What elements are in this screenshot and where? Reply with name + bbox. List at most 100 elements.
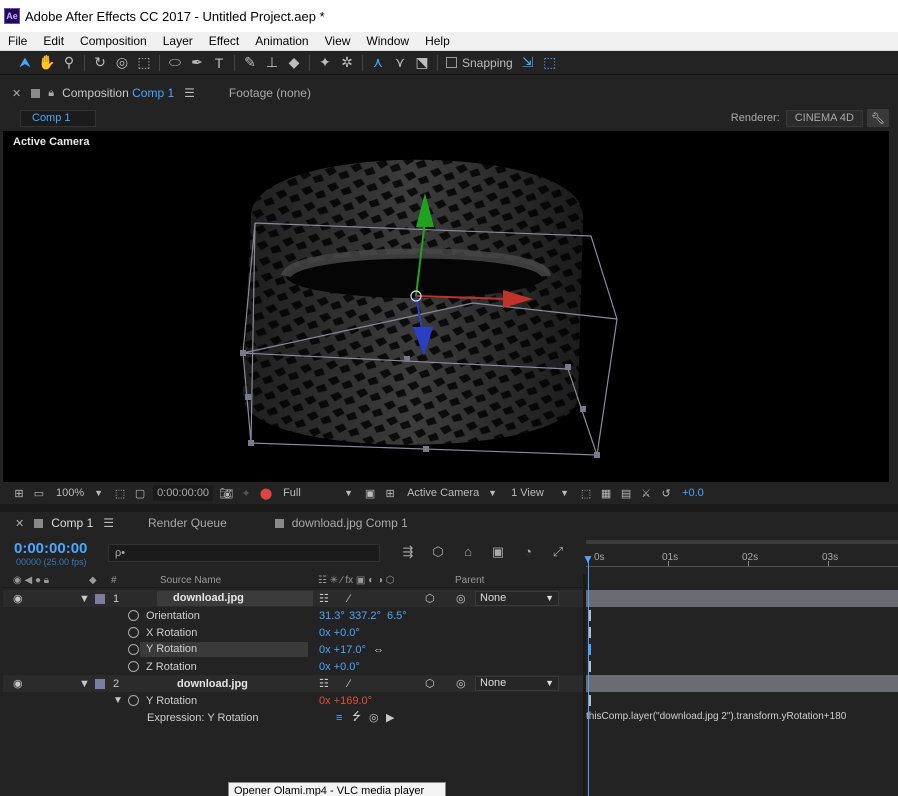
rotate-tool-icon[interactable]: ↻: [89, 53, 111, 73]
draft-3d-icon[interactable]: ⬡: [423, 544, 453, 560]
quality-switch-icon[interactable]: ∕: [348, 593, 350, 605]
3d-layer-switch-icon[interactable]: ⬡: [425, 592, 435, 605]
menu-help[interactable]: Help: [417, 34, 458, 48]
keyframe-marker[interactable]: [589, 627, 591, 638]
keyframe-marker[interactable]: [589, 644, 591, 655]
stopwatch-icon[interactable]: [128, 627, 139, 638]
keyframe-marker[interactable]: [589, 661, 591, 672]
tire-3d-layer[interactable]: [3, 131, 889, 482]
parent-dropdown[interactable]: None ▼: [475, 591, 559, 606]
reset-exposure-icon[interactable]: ↺: [656, 487, 676, 500]
panel-menu-icon[interactable]: ☰: [103, 516, 114, 530]
close-icon[interactable]: ✕: [12, 87, 21, 100]
local-axis-icon[interactable]: ⋏: [367, 53, 389, 73]
collapse-switch-icon[interactable]: ☷: [319, 677, 329, 690]
timeline-timecode[interactable]: 0:00:00:00: [14, 540, 87, 557]
show-snapshot-icon[interactable]: ✦: [236, 487, 256, 500]
time-ruler[interactable]: 0s 01s 02s 03s: [586, 542, 898, 570]
layer-name[interactable]: download.jpg: [157, 591, 313, 606]
shy-layers-icon[interactable]: ⌂: [453, 544, 483, 560]
orbit-camera-icon[interactable]: ◎: [111, 53, 133, 73]
timeline-icon[interactable]: ▦: [596, 487, 616, 500]
channel-icon[interactable]: ⬤: [256, 487, 276, 500]
parent-dropdown[interactable]: None ▼: [475, 676, 559, 691]
transparency-grid-icon[interactable]: ⊞: [380, 487, 400, 500]
snap-extents-icon[interactable]: ⬚: [539, 53, 561, 73]
flowchart-icon[interactable]: ⚔: [636, 487, 656, 500]
source-name-column-header[interactable]: Source Name: [160, 575, 221, 586]
current-time-field[interactable]: 0:00:00:00: [153, 485, 214, 501]
pen-tool-icon[interactable]: ✒: [186, 53, 208, 73]
visibility-eye-icon[interactable]: ◉: [13, 592, 23, 605]
3d-layer-switch-icon[interactable]: ⬡: [425, 677, 435, 690]
expression-enable-icon[interactable]: ≡: [336, 712, 342, 724]
resolution-dropdown[interactable]: Full ▼: [279, 485, 357, 501]
menu-file[interactable]: File: [0, 34, 35, 48]
graph-editor-icon[interactable]: ⤢: [543, 544, 573, 560]
snapshot-icon[interactable]: 📷︎: [216, 487, 236, 500]
close-icon[interactable]: ✕: [15, 517, 24, 530]
motion-blur-icon[interactable]: ◔: [513, 544, 543, 560]
expand-triangle-icon[interactable]: ▼: [113, 695, 123, 706]
puppet-pin-icon[interactable]: ✲: [336, 53, 358, 73]
fast-previews-icon[interactable]: ▣: [360, 487, 380, 500]
property-value[interactable]: 0x +169.0°: [319, 695, 372, 707]
tab-render-queue[interactable]: Render Queue: [148, 516, 227, 530]
stopwatch-icon[interactable]: [128, 695, 139, 706]
expression-editor[interactable]: thisComp.layer("download.jpg 2").transfo…: [586, 711, 846, 722]
layer-duration-bar[interactable]: [586, 590, 898, 607]
menu-view[interactable]: View: [317, 34, 359, 48]
quality-switch-icon[interactable]: ∕: [348, 678, 350, 690]
label-color-swatch[interactable]: [95, 593, 105, 604]
brush-tool-icon[interactable]: ✎: [239, 53, 261, 73]
tab-composition[interactable]: Composition Comp 1: [62, 86, 174, 100]
ellipse-tool-icon[interactable]: ⬭: [164, 53, 186, 73]
property-value[interactable]: 0x +17.0°: [319, 644, 366, 656]
pan-behind-icon[interactable]: ⬚: [133, 53, 155, 73]
tab-download-comp[interactable]: download.jpg Comp 1: [292, 516, 408, 530]
monitor-icon[interactable]: ▭: [29, 487, 49, 500]
hand-tool-icon[interactable]: ✋: [36, 53, 58, 73]
menu-window[interactable]: Window: [358, 34, 417, 48]
menu-edit[interactable]: Edit: [35, 34, 72, 48]
tab-footage[interactable]: Footage (none): [229, 86, 311, 100]
zoom-tool-icon[interactable]: ⚲: [58, 53, 80, 73]
view-axis-icon[interactable]: ⬔: [411, 53, 433, 73]
camera-dropdown[interactable]: Active Camera ▼: [403, 485, 501, 501]
visibility-eye-icon[interactable]: ◉: [13, 677, 23, 690]
selection-tool-icon[interactable]: ⮝: [14, 53, 36, 73]
property-value[interactable]: 0x +0.0°: [319, 627, 360, 639]
fit-icon[interactable]: ⬚: [110, 487, 130, 500]
snapping-checkbox[interactable]: [446, 57, 457, 68]
keyframe-marker[interactable]: [589, 610, 591, 621]
menu-effect[interactable]: Effect: [201, 34, 247, 48]
lock-icon[interactable]: 🔒︎: [48, 87, 54, 100]
expression-language-icon[interactable]: ▶: [386, 711, 394, 724]
stopwatch-icon[interactable]: [128, 644, 139, 655]
label-color-swatch[interactable]: [95, 678, 105, 689]
property-value[interactable]: 0x +0.0°: [319, 661, 360, 673]
renderer-button[interactable]: CINEMA 4D: [785, 109, 863, 127]
expression-graph-icon[interactable]: ⭍: [352, 708, 361, 727]
menu-layer[interactable]: Layer: [155, 34, 201, 48]
panel-menu-icon[interactable]: ☰: [184, 86, 195, 100]
menu-composition[interactable]: Composition: [72, 34, 155, 48]
layer-duration-bar[interactable]: [586, 675, 898, 692]
layer-name[interactable]: download.jpg: [177, 678, 248, 690]
orientation-y-value[interactable]: 337.2°: [349, 610, 381, 622]
exposure-value[interactable]: +0.0: [682, 487, 704, 499]
comp-flowchart-icon[interactable]: ▤: [616, 487, 636, 500]
layer-search-input[interactable]: ρ•: [108, 544, 380, 562]
snap-features-icon[interactable]: ⇲: [517, 53, 539, 73]
orientation-x-value[interactable]: 31.3°: [319, 610, 345, 622]
keyframe-marker[interactable]: [589, 695, 591, 706]
wrench-icon[interactable]: 🔧︎: [867, 109, 889, 127]
eraser-tool-icon[interactable]: ◆: [283, 53, 305, 73]
frame-blending-icon[interactable]: ▣: [483, 544, 513, 560]
comp-mini-flowchart-icon[interactable]: ⇶: [393, 544, 423, 560]
expand-triangle-icon[interactable]: ▼: [79, 678, 90, 690]
layer-row[interactable]: ◉ ▼ 2 download.jpg ☷ ∕ ⬡ ◎ None ▼: [3, 675, 583, 692]
type-tool-icon[interactable]: T: [208, 53, 230, 73]
tab-comp1[interactable]: Comp 1: [51, 516, 93, 530]
composition-viewport[interactable]: Active Camera: [3, 131, 889, 482]
